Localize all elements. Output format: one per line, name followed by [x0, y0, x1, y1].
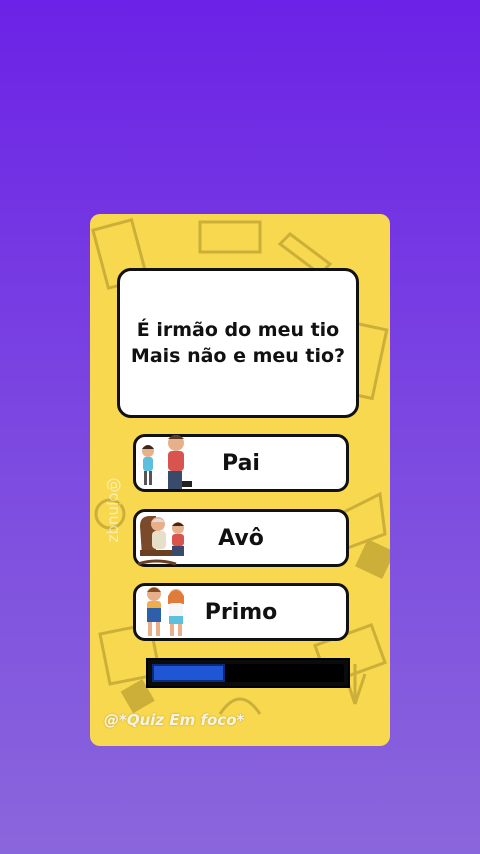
- quiz-card: É irmão do meu tio Mais não e meu tio? P…: [90, 214, 390, 746]
- progress-track: [152, 664, 344, 682]
- side-watermark: @ojnuqz: [94, 450, 134, 570]
- timer-progress-bar: [146, 658, 350, 688]
- answer-option-pai[interactable]: Pai: [133, 434, 349, 492]
- question-box: É irmão do meu tio Mais não e meu tio?: [117, 268, 359, 418]
- answer-option-primo[interactable]: Primo: [133, 583, 349, 641]
- answer-label: Avô: [218, 525, 264, 551]
- cousins-icon: [147, 587, 184, 636]
- side-watermark-text: @ojnuqz: [105, 477, 124, 543]
- grandfather-icon: [137, 516, 184, 566]
- bottom-watermark: @*Quiz Em foco*: [104, 711, 245, 729]
- answer-label: Pai: [222, 450, 260, 476]
- question-text: É irmão do meu tio Mais não e meu tio?: [130, 319, 346, 367]
- answer-option-avo[interactable]: Avô: [133, 509, 349, 567]
- progress-fill: [152, 664, 225, 682]
- father-son-icon: [142, 435, 192, 489]
- answer-label: Primo: [204, 599, 278, 625]
